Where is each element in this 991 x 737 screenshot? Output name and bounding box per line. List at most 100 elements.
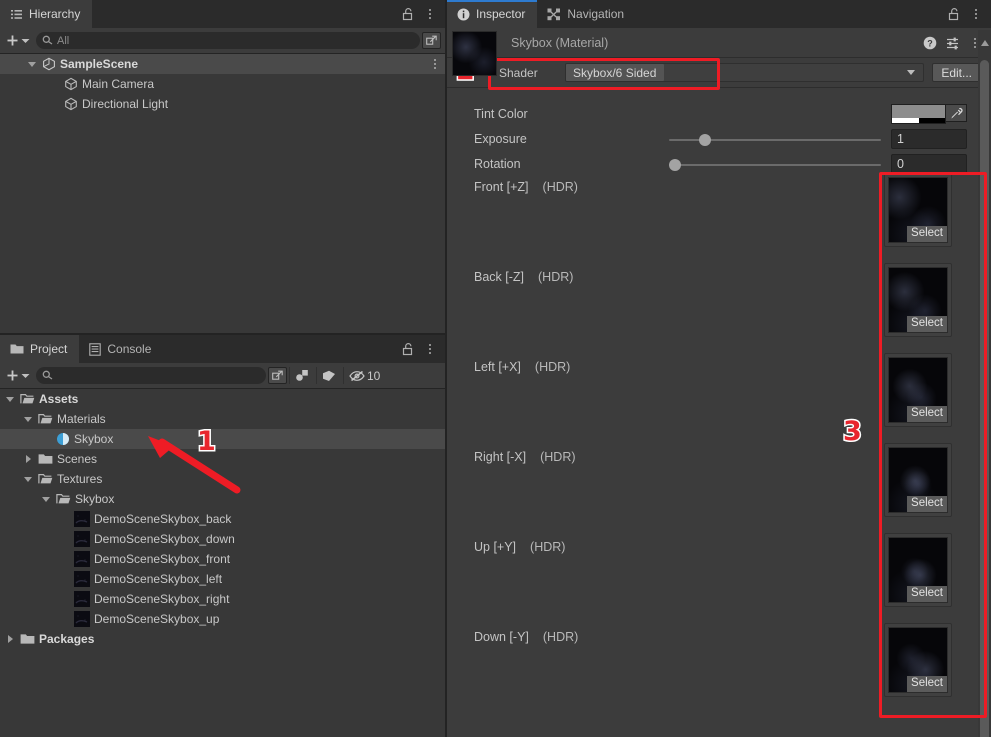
texture-slot-right-x-select-button[interactable]: Select (907, 496, 947, 512)
texture-slot-right-x-object-field[interactable]: Select (884, 443, 952, 517)
hierarchy-search-text: All (57, 34, 70, 47)
exposure-slider-knob[interactable] (699, 134, 711, 146)
inspector-scrollbar[interactable] (978, 30, 991, 737)
texture-slot-left-x-select-button[interactable]: Select (907, 406, 947, 422)
hierarchy-row-label: SampleScene (60, 57, 139, 71)
texture-slot-back-z-object-field[interactable]: Select (884, 263, 952, 337)
chevron-right-icon[interactable] (22, 453, 34, 465)
texture-slot-back-z-preview: Select (888, 267, 948, 333)
hierarchy-row-directional-light[interactable]: Directional Light (0, 94, 445, 114)
chevron-down-icon (21, 373, 30, 379)
project-tree: Assets Materials Skybox Scenes Textures Skybo… (0, 389, 445, 649)
project-row-demosceneskybox-down[interactable]: DemoSceneSkybox_down (0, 529, 445, 549)
texture-slot-down-y-object-field[interactable]: Select (884, 623, 952, 697)
rotation-slider-track[interactable] (669, 164, 881, 166)
preset-sliders-icon[interactable] (946, 36, 960, 50)
project-search-expand-button[interactable] (268, 367, 287, 384)
hierarchy-row-main-camera[interactable]: Main Camera (0, 74, 445, 94)
tab-navigation[interactable]: Navigation (537, 0, 636, 28)
texture-slot-front-z-hdr-tag: (HDR) (542, 180, 578, 194)
lock-open-icon[interactable] (402, 342, 414, 356)
filter-by-label-button[interactable] (316, 367, 341, 384)
tint-color-swatch[interactable] (891, 104, 946, 124)
project-row-skybox[interactable]: Skybox (0, 489, 445, 509)
plus-icon (6, 369, 19, 382)
tab-console[interactable]: Console (79, 335, 163, 363)
project-row-demosceneskybox-back[interactable]: DemoSceneSkybox_back (0, 509, 445, 529)
chevron-down-icon[interactable] (22, 473, 34, 485)
tab-inspector[interactable]: Inspector (447, 0, 538, 28)
chevron-down-icon[interactable] (4, 393, 16, 405)
hierarchy-row-samplescene[interactable]: SampleScene (0, 54, 445, 74)
project-row-label: DemoSceneSkybox_up (94, 612, 220, 626)
project-row-scenes[interactable]: Scenes (0, 449, 445, 469)
rotation-value-field[interactable]: 0 (891, 154, 967, 174)
project-row-demosceneskybox-up[interactable]: DemoSceneSkybox_up (0, 609, 445, 629)
texture-slot-back-z-select-button[interactable]: Select (907, 316, 947, 332)
lock-open-icon[interactable] (402, 7, 414, 21)
eyedropper-button[interactable] (946, 104, 967, 122)
project-create-button[interactable] (4, 369, 34, 382)
texture-slot-down-y-select-button[interactable]: Select (907, 676, 947, 692)
project-search-input[interactable] (36, 367, 266, 384)
shader-dropdown[interactable]: Skybox/6 Sided (565, 63, 925, 82)
hierarchy-tabbar: Hierarchy (0, 0, 445, 28)
project-row-demosceneskybox-front[interactable]: DemoSceneSkybox_front (0, 549, 445, 569)
texture-slot-right-x-name: Right [-X] (474, 450, 527, 464)
tab-console-label: Console (107, 342, 152, 356)
chevron-right-icon[interactable] (4, 633, 16, 645)
kebab-menu-icon[interactable] (424, 342, 436, 356)
project-row-demosceneskybox-right[interactable]: DemoSceneSkybox_right (0, 589, 445, 609)
panel-divider-horizontal[interactable] (0, 333, 445, 335)
texture-slot-front-z-object-field[interactable]: Select (884, 173, 952, 247)
texture-slot-up-y-object-field[interactable]: Select (884, 533, 952, 607)
hierarchy-icon (10, 8, 23, 21)
hidden-assets-button[interactable]: 10 (343, 367, 385, 384)
texture-slot-up-y-name: Up [+Y] (474, 540, 517, 554)
filter-by-type-button[interactable] (289, 367, 314, 384)
chevron-down-icon[interactable] (26, 58, 38, 70)
hierarchy-tabbar-actions (402, 0, 445, 28)
project-row-label: Scenes (57, 452, 98, 466)
hierarchy-search-input[interactable]: All (36, 32, 420, 49)
tab-project[interactable]: Project (0, 335, 80, 363)
project-row-packages[interactable]: Packages (0, 629, 445, 649)
chevron-down-icon[interactable] (40, 493, 52, 505)
kebab-menu-icon[interactable] (433, 57, 445, 71)
folder-open-icon (20, 393, 35, 405)
shader-row: Shader Skybox/6 Sided Edit... (447, 58, 991, 88)
help-circle-icon[interactable]: ? (923, 36, 937, 50)
folder-icon (20, 633, 35, 645)
chevron-down-icon[interactable] (22, 413, 34, 425)
texture-slot-up-y-select-button[interactable]: Select (907, 586, 947, 602)
hierarchy-create-button[interactable] (4, 34, 34, 47)
chevron-down-icon (907, 70, 916, 75)
inspector-scrollbar-thumb[interactable] (980, 60, 989, 737)
filter-by-type-icon (295, 369, 309, 382)
project-row-label: Packages (39, 632, 95, 646)
texture-thumb-icon (74, 551, 90, 567)
texture-slot-front-z-select-button[interactable]: Select (907, 226, 947, 242)
hierarchy-panel: Hierarchy All SampleScene Main Camera Di… (0, 0, 445, 335)
texture-thumb-icon (74, 511, 90, 527)
project-row-demosceneskybox-left[interactable]: DemoSceneSkybox_left (0, 569, 445, 589)
project-row-skybox[interactable]: Skybox (0, 429, 445, 449)
exposure-value-field[interactable]: 1 (891, 129, 967, 149)
project-row-label: Assets (39, 392, 79, 406)
tab-hierarchy[interactable]: Hierarchy (0, 0, 93, 28)
gameobject-cube-icon (64, 97, 78, 111)
project-row-textures[interactable]: Textures (0, 469, 445, 489)
kebab-menu-icon[interactable] (970, 7, 982, 21)
rotation-slider-knob[interactable] (669, 159, 681, 171)
scroll-up-arrow-icon[interactable] (981, 35, 989, 49)
inspector-tabbar: Inspector Navigation (447, 0, 991, 28)
shader-edit-button[interactable]: Edit... (932, 63, 981, 82)
project-row-assets[interactable]: Assets (0, 389, 445, 409)
texture-slot-left-x-object-field[interactable]: Select (884, 353, 952, 427)
hierarchy-search-expand-button[interactable] (422, 32, 441, 49)
kebab-menu-icon[interactable] (424, 7, 436, 21)
project-row-materials[interactable]: Materials (0, 409, 445, 429)
lock-open-icon[interactable] (948, 7, 960, 21)
